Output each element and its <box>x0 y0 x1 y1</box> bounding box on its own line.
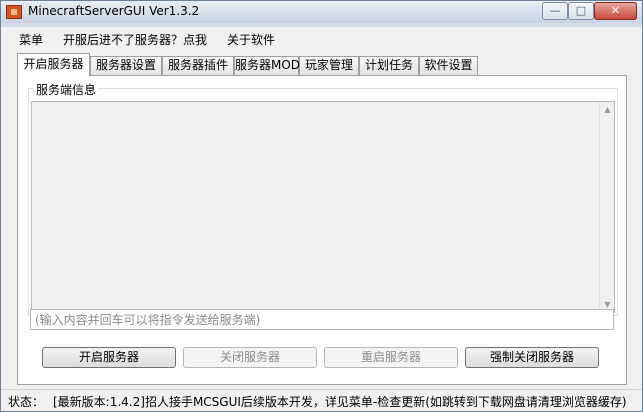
tab-server-plugins[interactable]: 服务器插件 <box>162 56 234 75</box>
start-server-button[interactable]: 开启服务器 <box>42 347 176 368</box>
scroll-up-icon[interactable]: ▲ <box>600 102 615 117</box>
menu-bar: 菜单 开服后进不了服务器？点我 关于软件 <box>1 27 642 49</box>
server-info-label: 服务端信息 <box>34 81 99 98</box>
server-info-group: 服务端信息 ▲ ▼ <box>28 81 618 316</box>
restart-server-button[interactable]: 重启服务器 <box>324 347 458 368</box>
log-scrollbar[interactable]: ▲ ▼ <box>599 102 614 312</box>
minimize-button[interactable]: — <box>542 2 568 20</box>
tab-software-settings[interactable]: 软件设置 <box>419 56 478 75</box>
tab-scheduled-tasks[interactable]: 计划任务 <box>359 56 419 75</box>
minimize-icon: — <box>549 4 561 17</box>
menu-about[interactable]: 关于软件 <box>227 31 275 48</box>
title-bar[interactable]: MinecraftServerGUI Ver1.3.2 — □ ✕ <box>1 1 642 23</box>
close-icon: ✕ <box>610 4 621 17</box>
status-message: [最新版本:1.4.2]招人接手MCSGUI后续版本开发，详见菜单-检查更新(如… <box>53 395 627 409</box>
tab-control: 开启服务器 服务器设置 服务器插件 服务器MOD 玩家管理 计划任务 软件设置 … <box>1 49 642 389</box>
start-server-panel: 服务端信息 ▲ ▼ 开启服务器 关闭服务器 重启服务器 强制关闭服务器 <box>17 75 627 385</box>
minecraft-app-icon <box>6 5 22 19</box>
tab-player-management[interactable]: 玩家管理 <box>299 56 359 75</box>
status-bar: 状态： [最新版本:1.4.2]招人接手MCSGUI后续版本开发，详见菜单-检查… <box>1 389 642 411</box>
force-stop-server-button[interactable]: 强制关闭服务器 <box>465 347 599 368</box>
app-window: MinecraftServerGUI Ver1.3.2 — □ ✕ 菜单 开服后… <box>0 0 643 412</box>
status-label: 状态： <box>8 395 45 409</box>
command-input[interactable] <box>30 309 614 330</box>
server-log-output[interactable] <box>31 101 615 313</box>
window-title: MinecraftServerGUI Ver1.3.2 <box>28 4 200 18</box>
menu-main[interactable]: 菜单 <box>19 31 43 48</box>
maximize-button[interactable]: □ <box>568 2 594 20</box>
menu-connection-help[interactable]: 开服后进不了服务器？点我 <box>63 31 207 48</box>
close-button[interactable]: ✕ <box>594 2 637 20</box>
tab-server-settings[interactable]: 服务器设置 <box>90 56 162 75</box>
tab-server-mods[interactable]: 服务器MOD <box>234 56 300 75</box>
stop-server-button[interactable]: 关闭服务器 <box>183 347 317 368</box>
maximize-icon: □ <box>575 4 587 17</box>
tab-start-server[interactable]: 开启服务器 <box>17 53 90 76</box>
